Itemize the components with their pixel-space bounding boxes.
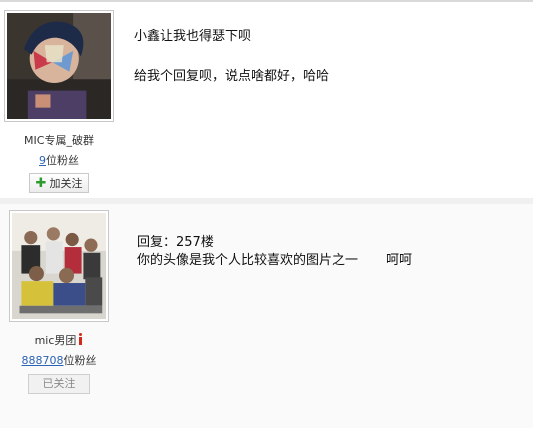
username[interactable]: MIC专属_破群 bbox=[0, 132, 118, 148]
fan-count-number[interactable]: 9 bbox=[39, 154, 46, 167]
username[interactable]: mic男团 bbox=[0, 332, 118, 348]
user-card: MIC专属_破群 9位粉丝 ✚ 加关注 bbox=[0, 10, 118, 193]
fan-count[interactable]: 9位粉丝 bbox=[0, 152, 118, 168]
followed-button[interactable]: 已关注 bbox=[28, 374, 90, 394]
post-text-line: 给我个回复呗，说点啥都好，哈哈 bbox=[134, 69, 330, 84]
avatar[interactable] bbox=[4, 10, 114, 122]
post-content: 回复：257楼 你的头像是我个人比较喜欢的图片之一 呵呵 bbox=[137, 234, 412, 270]
post-text-line: 你的头像是我个人比较喜欢的图片之一 呵呵 bbox=[137, 253, 413, 268]
fan-count-suffix: 位粉丝 bbox=[63, 354, 97, 367]
post-text-line: 小鑫让我也得瑟下呗 bbox=[134, 29, 252, 44]
follow-button[interactable]: ✚ 加关注 bbox=[28, 173, 90, 193]
post-item: MIC专属_破群 9位粉丝 ✚ 加关注 小鑫让我也得瑟下呗 给我个回复呗，说点啥… bbox=[0, 2, 533, 198]
fan-count[interactable]: 888708位粉丝 bbox=[0, 352, 118, 368]
post-item: mic男团 888708位粉丝 已关注 回复：257楼 你的头像是我个人比较喜欢… bbox=[0, 198, 533, 428]
follow-button-label: 加关注 bbox=[49, 177, 83, 190]
info-icon bbox=[78, 333, 83, 345]
fan-count-suffix: 位粉丝 bbox=[46, 154, 79, 167]
post-content: 小鑫让我也得瑟下呗 给我个回复呗，说点啥都好，哈哈 bbox=[134, 28, 329, 86]
avatar[interactable] bbox=[9, 210, 109, 322]
user-card: mic男团 888708位粉丝 已关注 bbox=[0, 210, 118, 394]
reply-reference: 回复：257楼 bbox=[137, 235, 214, 250]
plus-icon: ✚ bbox=[35, 175, 47, 191]
fan-count-number[interactable]: 888708 bbox=[22, 354, 64, 367]
